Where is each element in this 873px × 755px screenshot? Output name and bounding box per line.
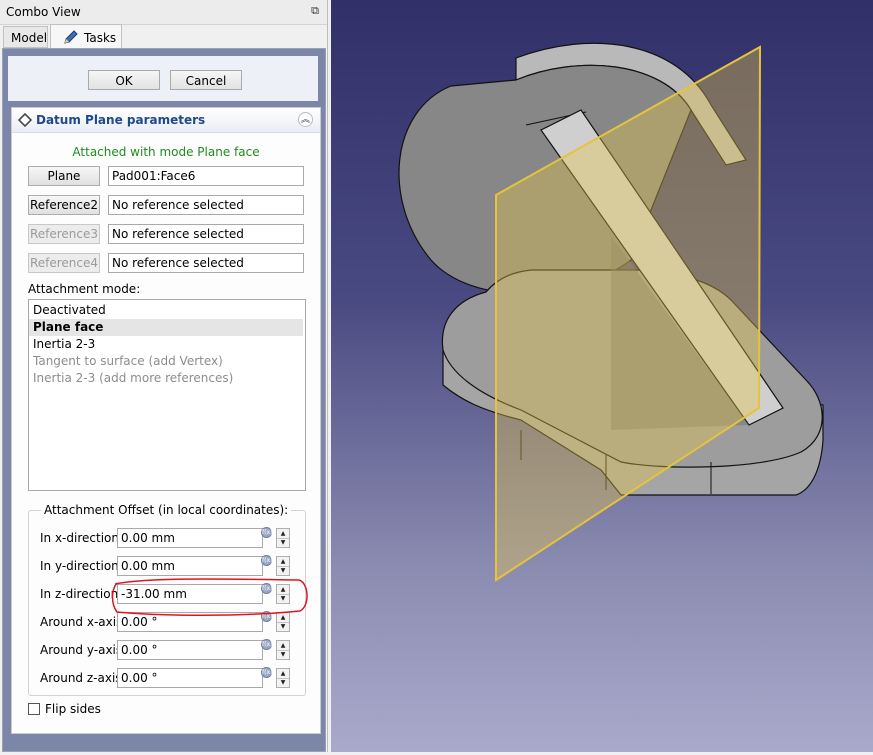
tab-tasks[interactable]: Tasks [50, 24, 122, 49]
attachment-offset-group: Attachment Offset (in local coordinates)… [28, 503, 308, 696]
spin-down-icon[interactable]: ▼ [277, 650, 289, 659]
x-direction-spinner[interactable]: ▲ ▼ [276, 528, 290, 548]
window-title: Combo View [6, 5, 81, 19]
y-axis-spinner[interactable]: ▲ ▼ [276, 640, 290, 660]
reference4-button: Reference4 [28, 253, 100, 273]
tab-bar: Model Tasks [0, 24, 327, 49]
ok-button[interactable]: OK [88, 70, 160, 90]
spin-down-icon[interactable]: ▼ [277, 538, 289, 547]
flip-sides-label: Flip sides [45, 702, 101, 716]
y-axis-label: Around y-axis: [40, 643, 127, 657]
reference3-button: Reference3 [28, 224, 100, 244]
attachment-mode-list[interactable]: Deactivated Plane face Inertia 2-3 Tange… [28, 299, 306, 491]
spin-down-icon[interactable]: ▼ [277, 678, 289, 687]
cancel-button[interactable]: Cancel [170, 70, 242, 90]
expression-icon[interactable]: f(x) [261, 667, 272, 678]
x-direction-label: In x-direction: [40, 531, 124, 545]
attachment-mode-label: Attachment mode: [28, 282, 141, 296]
y-direction-spinner[interactable]: ▲ ▼ [276, 556, 290, 576]
task-panel: OK Cancel Datum Plane parameters ︽ Attac… [2, 48, 326, 752]
tab-tasks-label: Tasks [84, 31, 117, 45]
datum-plane-icon [18, 113, 32, 127]
list-item[interactable]: Inertia 2-3 (add more references) [29, 370, 303, 387]
pencil-icon [64, 30, 78, 44]
y-axis-input[interactable]: 0.00 ° [117, 640, 263, 660]
list-item[interactable]: Deactivated [29, 302, 303, 319]
datum-plane-parameters-box: Datum Plane parameters ︽ Attached with m… [11, 107, 321, 734]
collapse-icon[interactable]: ︽ [298, 112, 313, 127]
z-axis-input[interactable]: 0.00 ° [117, 668, 263, 688]
tab-model-label: Model [11, 31, 48, 45]
list-item[interactable]: Inertia 2-3 [29, 336, 303, 353]
expression-icon[interactable]: f(x) [261, 555, 272, 566]
flip-sides-checkbox[interactable] [28, 703, 40, 715]
3d-viewport[interactable] [331, 0, 873, 752]
y-direction-input[interactable]: 0.00 mm [117, 556, 263, 576]
z-axis-label: Around z-axis: [40, 671, 126, 685]
x-direction-input[interactable]: 0.00 mm [117, 528, 263, 548]
dialog-button-box: OK Cancel [8, 56, 318, 101]
tab-model[interactable]: Model [3, 26, 48, 48]
datum-plane-header: Datum Plane parameters ︽ [12, 108, 320, 133]
reference3-field[interactable]: No reference selected [108, 224, 304, 244]
float-window-icon[interactable]: ⧉ [309, 5, 321, 17]
plane-reference-button[interactable]: Plane [28, 166, 100, 186]
reference2-field[interactable]: No reference selected [108, 195, 304, 215]
datum-plane-title: Datum Plane parameters [36, 113, 206, 127]
3d-model-scene [398, 42, 824, 582]
attachment-status: Attached with mode Plane face [72, 145, 260, 159]
expression-icon[interactable]: f(x) [261, 639, 272, 650]
y-direction-label: In y-direction: [40, 559, 123, 573]
reference4-field[interactable]: No reference selected [108, 253, 304, 273]
reference2-button[interactable]: Reference2 [28, 195, 100, 215]
list-item[interactable]: Tangent to surface (add Vertex) [29, 353, 303, 370]
combo-view-panel: Combo View ⧉ Model Tasks OK Cancel Datum… [0, 0, 328, 752]
attachment-offset-title: Attachment Offset (in local coordinates)… [41, 503, 292, 517]
list-item-selected[interactable]: Plane face [29, 319, 303, 336]
z-axis-spinner[interactable]: ▲ ▼ [276, 668, 290, 688]
expression-icon[interactable]: f(x) [261, 527, 272, 538]
plane-reference-field[interactable]: Pad001:Face6 [108, 166, 304, 186]
red-highlight-annotation [111, 578, 308, 616]
combo-view-titlebar: Combo View ⧉ [0, 0, 327, 25]
